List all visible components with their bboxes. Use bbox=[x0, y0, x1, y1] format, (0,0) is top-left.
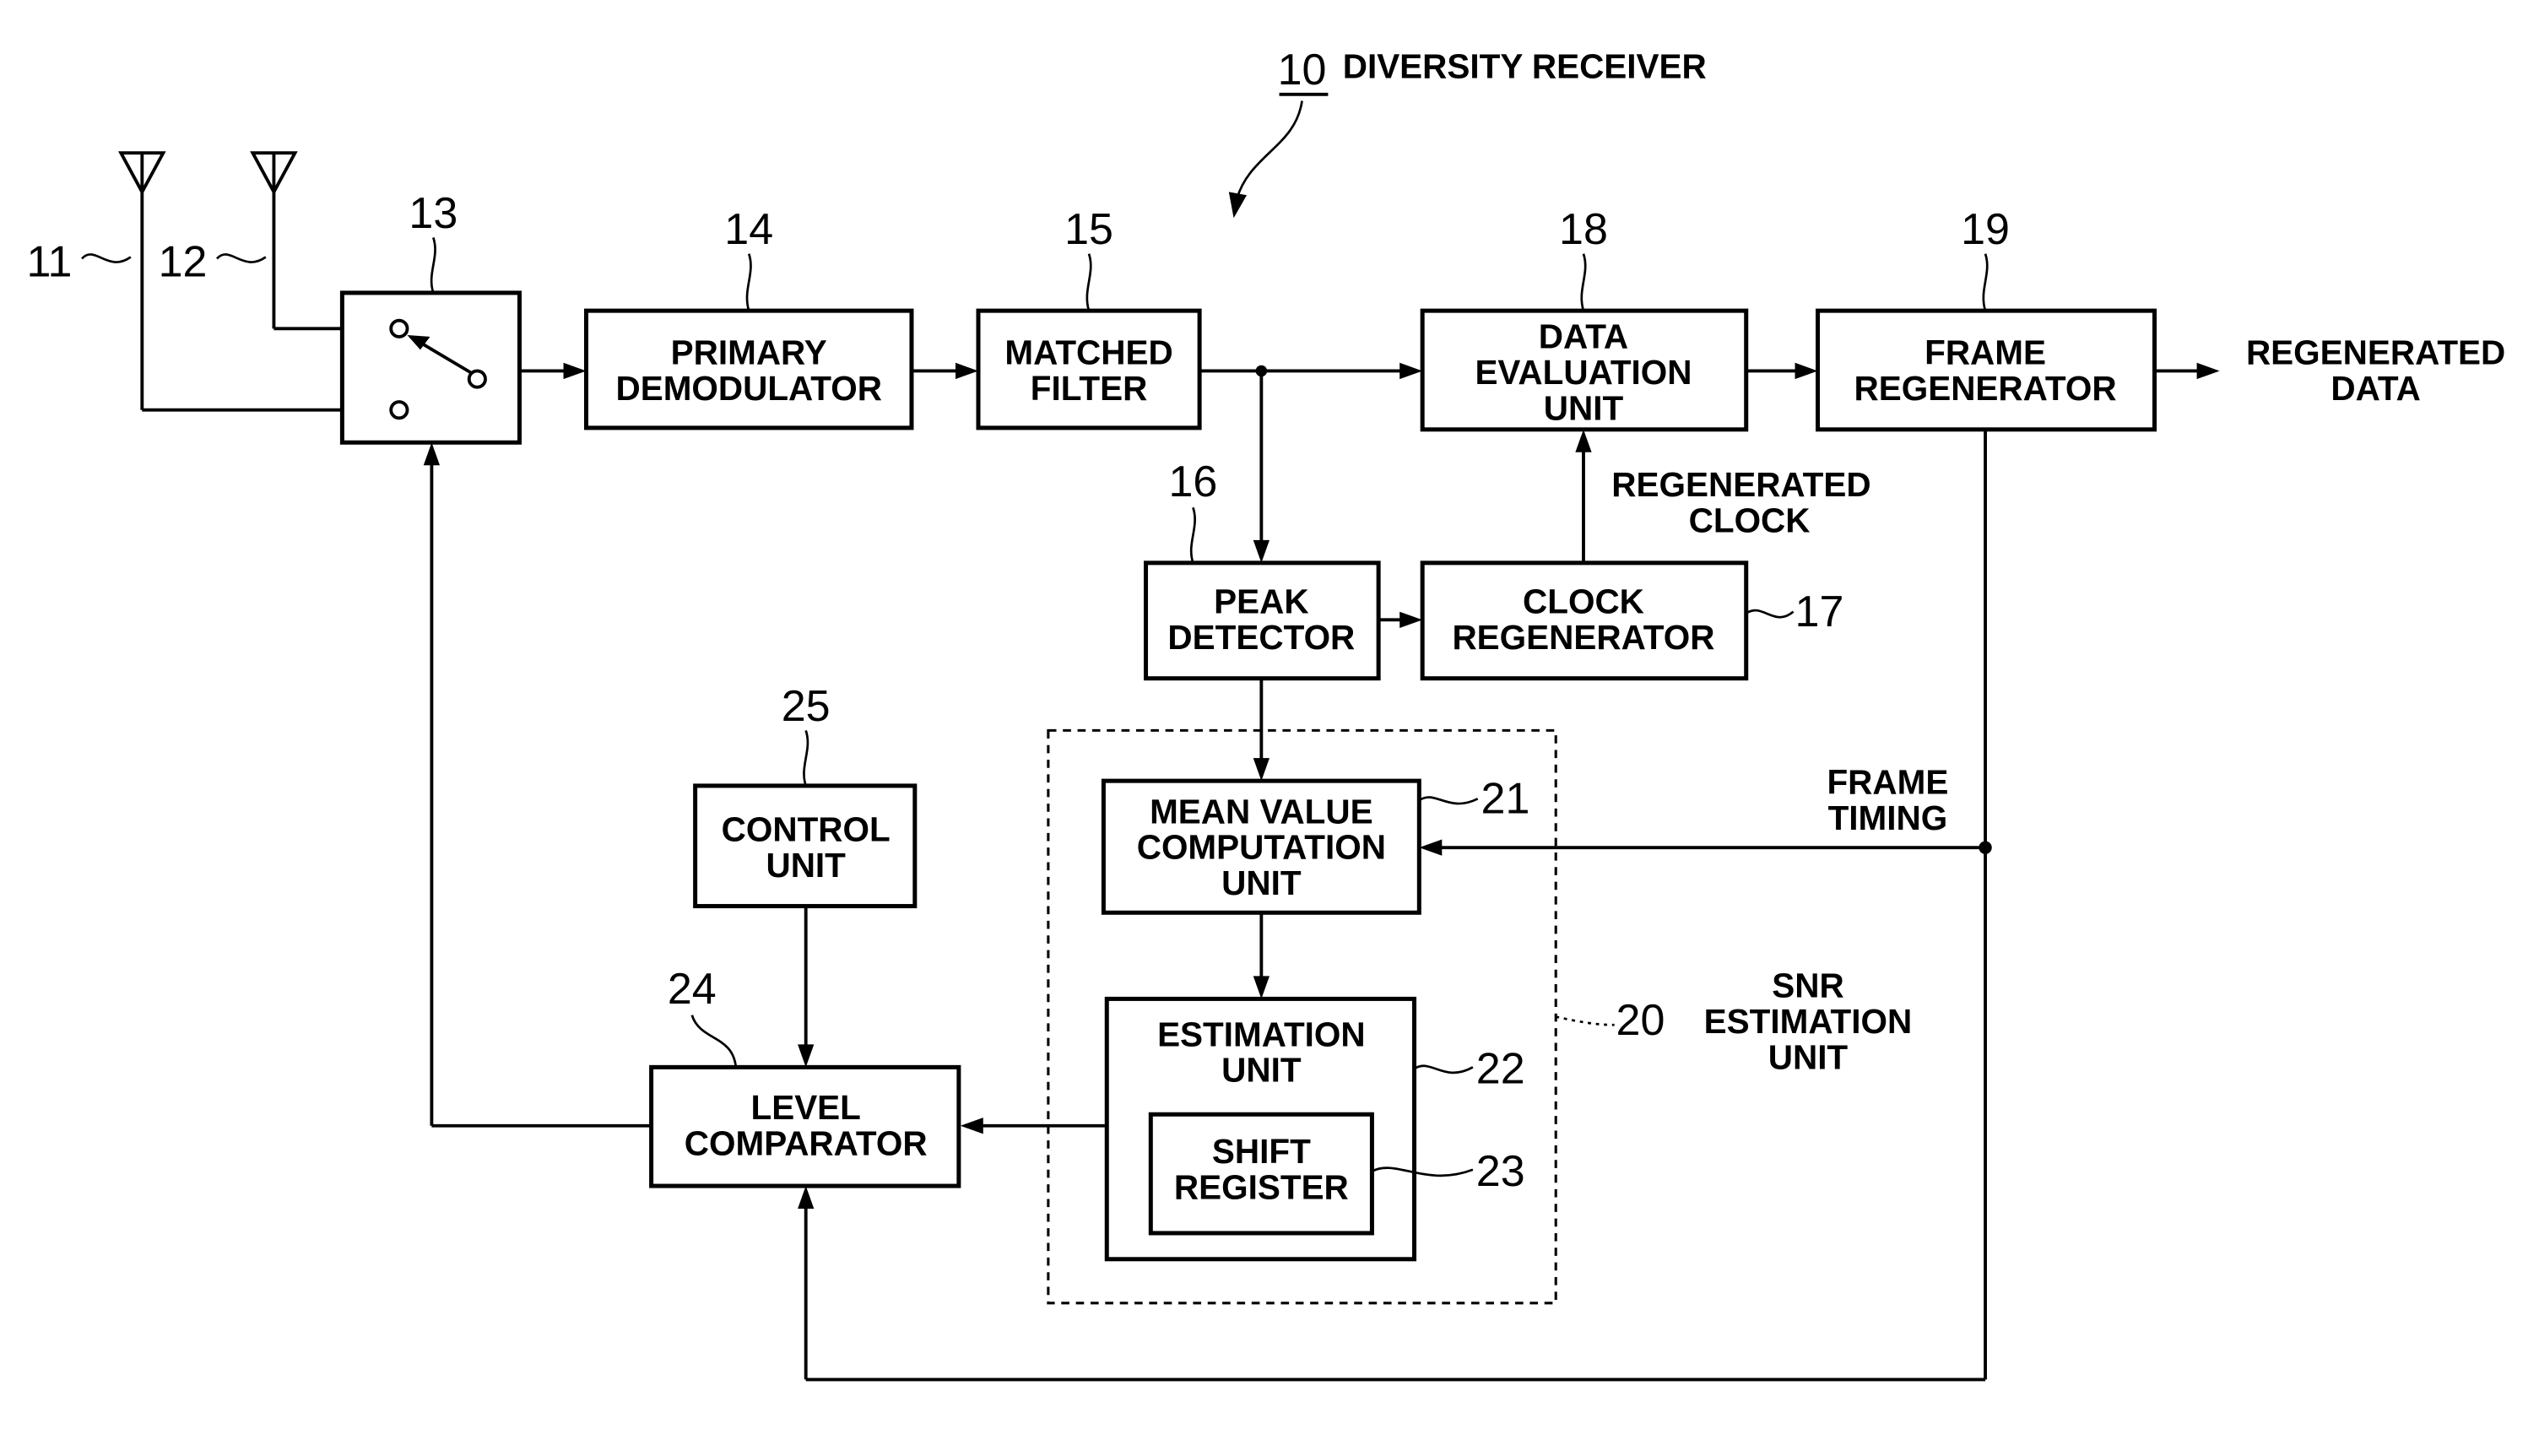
data-evaluation-unit: DATA EVALUATION UNIT 18 bbox=[1420, 205, 1749, 432]
antenna-switch: 13 bbox=[339, 189, 522, 445]
block-label-line: EVALUATION bbox=[1475, 353, 1692, 392]
block-label-line: CONTROL bbox=[722, 809, 891, 848]
block-label-line: SNR bbox=[1772, 966, 1843, 1004]
block-label-line: MATCHED bbox=[1004, 333, 1172, 372]
antenna-12-ref: 12 bbox=[159, 238, 208, 287]
shift-register: SHIFT REGISTER 23 bbox=[1148, 1112, 1525, 1236]
block-label-line: ESTIMATION bbox=[1157, 1015, 1366, 1053]
clock-regenerator: CLOCK REGENERATOR 17 bbox=[1420, 560, 1844, 681]
block-ref: 18 bbox=[1559, 205, 1608, 254]
antenna-11-ref: 11 bbox=[26, 238, 72, 287]
block-label-line: PRIMARY bbox=[671, 333, 827, 372]
block-label-line: REGENERATOR bbox=[1452, 618, 1714, 657]
block-label-line: ESTIMATION bbox=[1704, 1002, 1913, 1041]
block-label-line: CLOCK bbox=[1523, 582, 1644, 621]
block-label-line: DATA bbox=[1539, 317, 1628, 355]
block-ref: 19 bbox=[1961, 205, 2010, 254]
block-label-line: REGISTER bbox=[1174, 1167, 1349, 1206]
mean-value-computation-unit: MEAN VALUE COMPUTATION UNIT 21 bbox=[1101, 775, 1530, 915]
title-text: DIVERSITY RECEIVER bbox=[1343, 47, 1707, 86]
block-label-line: UNIT bbox=[766, 846, 846, 885]
block-label-line: UNIT bbox=[1768, 1037, 1849, 1076]
block-label-line: UNIT bbox=[1221, 1051, 1302, 1090]
block-label-line: REGENERATOR bbox=[1854, 369, 2117, 408]
block-label-line: SHIFT bbox=[1212, 1132, 1311, 1171]
frame-timing-label: FRAME TIMING bbox=[1827, 763, 1948, 837]
figure-title: 10 DIVERSITY RECEIVER bbox=[1228, 46, 1707, 219]
matched-filter: MATCHED FILTER 15 bbox=[976, 205, 1202, 430]
primary-demodulator: PRIMARY DEMODULATOR 14 bbox=[583, 205, 914, 430]
regenerated-data-label: REGENERATED DATA bbox=[2246, 333, 2505, 408]
block-ref: 24 bbox=[668, 965, 717, 1014]
antenna-11-leader bbox=[81, 253, 132, 263]
title-leader bbox=[1236, 100, 1303, 199]
svg-text:REGENERATED: REGENERATED bbox=[1611, 465, 1870, 504]
block-ref: 20 bbox=[1616, 996, 1665, 1045]
block-ref: 15 bbox=[1064, 205, 1113, 254]
regenerated-clock-label: REGENERATED CLOCK bbox=[1611, 465, 1870, 539]
switch-box bbox=[339, 290, 522, 445]
block-diagram: 10 DIVERSITY RECEIVER 11 12 13 PRIMARY D… bbox=[26, 46, 2505, 1382]
svg-text:REGENERATED: REGENERATED bbox=[2246, 333, 2505, 372]
frame-regenerator: FRAME REGENERATOR 19 bbox=[1816, 205, 2157, 432]
block-label-line: UNIT bbox=[1544, 388, 1624, 427]
block-label-line: DETECTOR bbox=[1167, 618, 1355, 657]
title-ref: 10 bbox=[1278, 46, 1327, 95]
block-label-line: LEVEL bbox=[750, 1088, 860, 1127]
control-unit: CONTROL UNIT 25 bbox=[693, 682, 918, 909]
block-ref: 16 bbox=[1168, 457, 1217, 506]
block-ref: 22 bbox=[1476, 1045, 1525, 1094]
block-ref: 21 bbox=[1481, 775, 1530, 824]
svg-text:TIMING: TIMING bbox=[1828, 798, 1948, 837]
block-label-line: UNIT bbox=[1221, 863, 1302, 902]
svg-text:CLOCK: CLOCK bbox=[1689, 501, 1811, 539]
antenna-12-leader bbox=[215, 253, 267, 263]
block-ref: 17 bbox=[1795, 587, 1844, 636]
block-ref: 25 bbox=[782, 682, 831, 731]
title-leader-arrowhead bbox=[1228, 192, 1248, 219]
block-label-line: DEMODULATOR bbox=[615, 369, 882, 408]
switch-terminal-b bbox=[389, 400, 409, 420]
svg-text:DATA: DATA bbox=[2331, 369, 2420, 408]
switch-common-terminal bbox=[467, 369, 487, 389]
block-ref: 23 bbox=[1476, 1147, 1525, 1196]
block-label-line: PEAK bbox=[1214, 582, 1308, 621]
block-label-line: FRAME bbox=[1925, 333, 2046, 372]
block-label-line: FILTER bbox=[1031, 369, 1148, 408]
switch-ref: 13 bbox=[409, 189, 457, 238]
svg-text:FRAME: FRAME bbox=[1827, 763, 1948, 802]
block-label-line: MEAN VALUE bbox=[1150, 792, 1373, 831]
block-ref: 14 bbox=[724, 205, 773, 254]
block-label-line: COMPARATOR bbox=[685, 1123, 928, 1162]
switch-terminal-a bbox=[389, 318, 409, 338]
block-label-line: COMPUTATION bbox=[1137, 828, 1386, 867]
